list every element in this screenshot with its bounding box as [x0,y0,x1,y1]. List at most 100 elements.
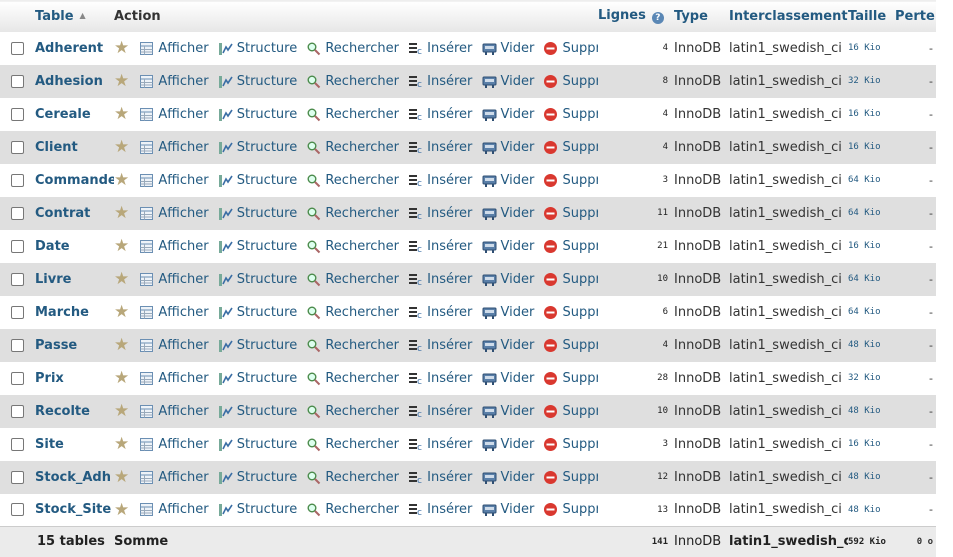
empty-action[interactable]: Vider [482,140,534,155]
browse-action[interactable]: Afficher [139,502,209,517]
drop-action[interactable]: Supprimer [543,470,598,485]
structure-action[interactable]: Structure [218,140,297,155]
table-name-link[interactable]: Passe [35,329,114,362]
row-checkbox[interactable] [11,437,24,451]
structure-action[interactable]: Structure [218,338,297,353]
row-checkbox[interactable] [11,206,24,220]
search-action[interactable]: Rechercher [306,272,399,287]
drop-action[interactable]: Supprimer [543,41,598,56]
search-action[interactable]: Rechercher [306,371,399,386]
row-checkbox[interactable] [11,74,24,88]
row-checkbox[interactable] [11,305,24,319]
header-table[interactable]: Table ▲ [35,0,114,32]
table-size-link[interactable]: 48 Kio [848,395,895,428]
browse-action[interactable]: Afficher [139,305,209,320]
drop-action[interactable]: Supprimer [543,173,598,188]
empty-action[interactable]: Vider [482,338,534,353]
favorite-star-icon[interactable]: ★ [114,401,129,421]
sort-by-size-link[interactable]: Taille [848,9,886,24]
drop-action[interactable]: Supprimer [543,140,598,155]
search-action[interactable]: Rechercher [306,140,399,155]
browse-action[interactable]: Afficher [139,437,209,452]
favorite-star-icon[interactable]: ★ [114,38,129,58]
table-size-link[interactable]: 64 Kio [848,263,895,296]
favorite-star-icon[interactable]: ★ [114,71,129,91]
favorite-star-icon[interactable]: ★ [114,269,129,289]
drop-action[interactable]: Supprimer [543,305,598,320]
sort-by-overhead-link[interactable]: Perte [895,9,935,24]
drop-action[interactable]: Supprimer [543,404,598,419]
favorite-star-icon[interactable]: ★ [114,203,129,223]
favorite-star-icon[interactable]: ★ [114,335,129,355]
empty-action[interactable]: Vider [482,437,534,452]
structure-action[interactable]: Structure [218,470,297,485]
row-checkbox[interactable] [11,503,24,517]
table-size-link[interactable]: 32 Kio [848,362,895,395]
drop-action[interactable]: Supprimer [543,437,598,452]
row-checkbox[interactable] [11,371,24,385]
empty-action[interactable]: Vider [482,206,534,221]
search-action[interactable]: Rechercher [306,502,399,517]
table-name-link[interactable]: Recolte [35,395,114,428]
search-action[interactable]: Rechercher [306,206,399,221]
header-size[interactable]: Taille [848,0,895,32]
structure-action[interactable]: Structure [218,239,297,254]
row-checkbox[interactable] [11,338,24,352]
empty-action[interactable]: Vider [482,41,534,56]
row-checkbox[interactable] [11,107,24,121]
search-action[interactable]: Rechercher [306,338,399,353]
table-name-link[interactable]: Livre [35,263,114,296]
help-icon[interactable]: ? [651,12,664,25]
table-size-link[interactable]: 64 Kio [848,197,895,230]
sort-by-type-link[interactable]: Type [674,9,708,24]
favorite-star-icon[interactable]: ★ [114,302,129,322]
table-size-link[interactable]: 32 Kio [848,65,895,98]
insert-action[interactable]: c Insérer [408,502,472,517]
structure-action[interactable]: Structure [218,41,297,56]
structure-action[interactable]: Structure [218,206,297,221]
favorite-star-icon[interactable]: ★ [114,368,129,388]
table-size-link[interactable]: 48 Kio [848,329,895,362]
table-size-link[interactable]: 16 Kio [848,32,895,65]
search-action[interactable]: Rechercher [306,173,399,188]
table-name-link[interactable]: Client [35,131,114,164]
table-name-link[interactable]: Stock_Adh [35,461,114,494]
table-name-link[interactable]: Site [35,428,114,461]
structure-action[interactable]: Structure [218,437,297,452]
insert-action[interactable]: c Insérer [408,173,472,188]
sort-by-rows-link[interactable]: Lignes [598,8,646,23]
browse-action[interactable]: Afficher [139,74,209,89]
search-action[interactable]: Rechercher [306,74,399,89]
favorite-star-icon[interactable]: ★ [114,434,129,454]
header-rows[interactable]: Lignes? [598,0,674,32]
empty-action[interactable]: Vider [482,371,534,386]
table-name-link[interactable]: Cereale [35,98,114,131]
table-size-link[interactable]: 64 Kio [848,164,895,197]
search-action[interactable]: Rechercher [306,41,399,56]
insert-action[interactable]: c Insérer [408,206,472,221]
favorite-star-icon[interactable]: ★ [114,137,129,157]
structure-action[interactable]: Structure [218,74,297,89]
browse-action[interactable]: Afficher [139,206,209,221]
table-size-link[interactable]: 16 Kio [848,230,895,263]
favorite-star-icon[interactable]: ★ [114,500,129,520]
empty-action[interactable]: Vider [482,107,534,122]
insert-action[interactable]: c Insérer [408,140,472,155]
empty-action[interactable]: Vider [482,305,534,320]
row-checkbox[interactable] [11,404,24,418]
row-checkbox[interactable] [11,470,24,484]
search-action[interactable]: Rechercher [306,305,399,320]
insert-action[interactable]: c Insérer [408,272,472,287]
structure-action[interactable]: Structure [218,272,297,287]
empty-action[interactable]: Vider [482,502,534,517]
structure-action[interactable]: Structure [218,305,297,320]
browse-action[interactable]: Afficher [139,470,209,485]
sort-by-collation-link[interactable]: Interclassement [729,9,848,24]
row-checkbox[interactable] [11,173,24,187]
search-action[interactable]: Rechercher [306,107,399,122]
table-name-link[interactable]: Stock_Site [35,494,114,527]
structure-action[interactable]: Structure [218,173,297,188]
row-checkbox[interactable] [11,140,24,154]
drop-action[interactable]: Supprimer [543,338,598,353]
empty-action[interactable]: Vider [482,272,534,287]
